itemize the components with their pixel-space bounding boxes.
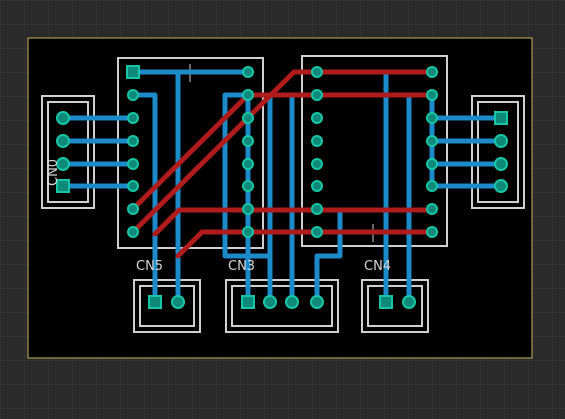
pad[interactable]: [310, 295, 324, 309]
pad[interactable]: [242, 226, 254, 238]
pad[interactable]: [379, 295, 393, 309]
cn5-label: CN5: [136, 259, 163, 274]
pad[interactable]: [311, 112, 323, 124]
pad[interactable]: [311, 226, 323, 238]
pad[interactable]: [242, 112, 254, 124]
pad[interactable]: [127, 135, 139, 147]
pad[interactable]: [494, 134, 508, 148]
pad[interactable]: [426, 226, 438, 238]
cn4-label: CN4: [364, 259, 391, 274]
pad[interactable]: [127, 203, 139, 215]
pad[interactable]: [311, 158, 323, 170]
pad[interactable]: [263, 295, 277, 309]
pad[interactable]: [56, 134, 70, 148]
cn3-label: CN3: [228, 259, 255, 274]
pad[interactable]: [127, 112, 139, 124]
pad[interactable]: [127, 226, 139, 238]
pad[interactable]: [426, 66, 438, 78]
pad[interactable]: [127, 89, 139, 101]
pad[interactable]: [426, 112, 438, 124]
pad[interactable]: [285, 295, 299, 309]
cn0-label: CN0: [46, 159, 61, 186]
pad[interactable]: [242, 158, 254, 170]
pad[interactable]: [426, 203, 438, 215]
pad[interactable]: [311, 180, 323, 192]
pad[interactable]: [311, 66, 323, 78]
pad[interactable]: [242, 66, 254, 78]
pad[interactable]: [171, 295, 185, 309]
pad[interactable]: [426, 158, 438, 170]
pad[interactable]: [311, 135, 323, 147]
pad[interactable]: [426, 89, 438, 101]
pad[interactable]: [242, 135, 254, 147]
pad[interactable]: [242, 180, 254, 192]
pad[interactable]: [426, 180, 438, 192]
pad[interactable]: [494, 111, 508, 125]
pad[interactable]: [494, 179, 508, 193]
pad[interactable]: [127, 180, 139, 192]
pad[interactable]: [242, 89, 254, 101]
pad[interactable]: [127, 158, 139, 170]
pad[interactable]: [311, 89, 323, 101]
pad[interactable]: [402, 295, 416, 309]
pad[interactable]: [494, 157, 508, 171]
pad[interactable]: [426, 135, 438, 147]
pad[interactable]: [56, 111, 70, 125]
pad[interactable]: [148, 295, 162, 309]
pad[interactable]: [311, 203, 323, 215]
pad[interactable]: [126, 65, 140, 79]
pad[interactable]: [242, 203, 254, 215]
pad[interactable]: [241, 295, 255, 309]
pcb-canvas[interactable]: CN5 CN3 CN4 CN0: [0, 0, 565, 419]
